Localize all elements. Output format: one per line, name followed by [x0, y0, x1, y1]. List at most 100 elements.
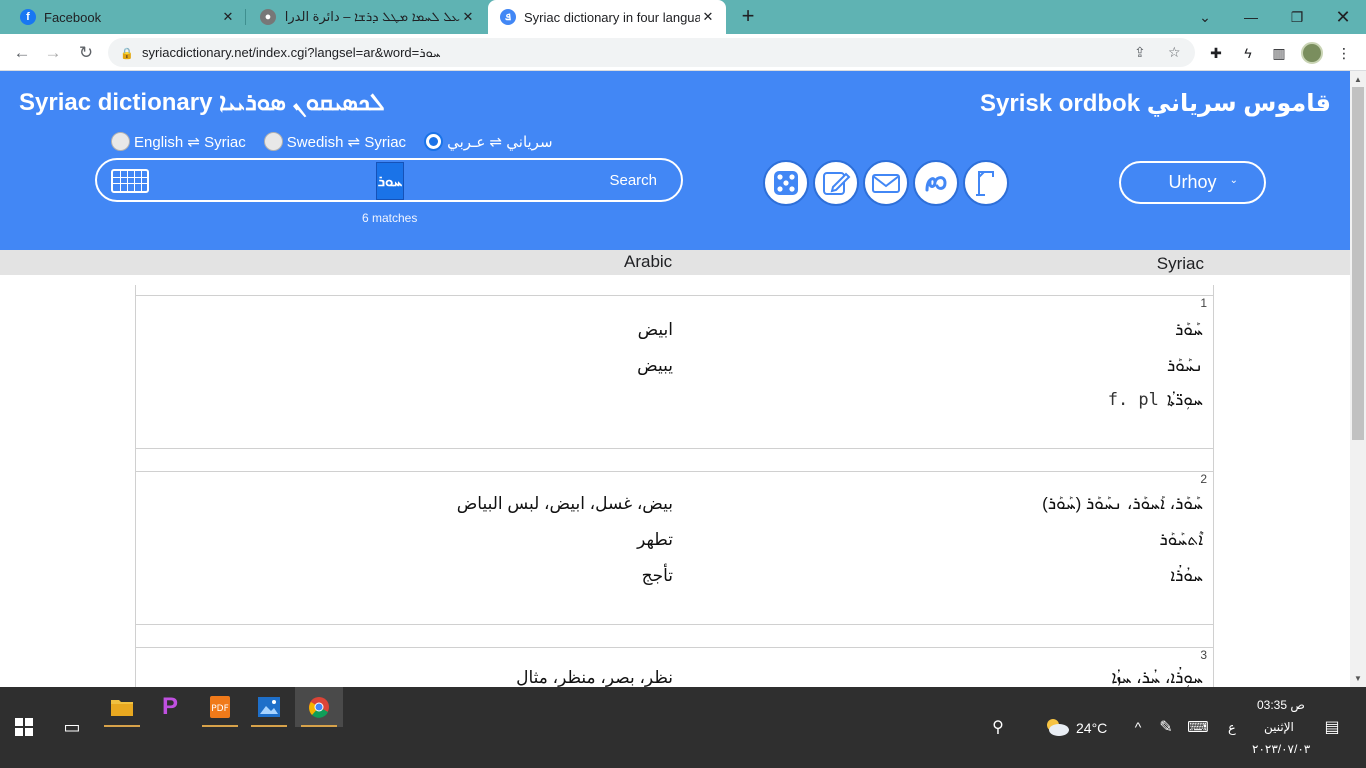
clock-time[interactable]: 03:35 ص	[1257, 698, 1305, 712]
radio-label: Swedish ⇌ Syriac	[286, 133, 407, 151]
radio-button-selected[interactable]	[424, 132, 444, 151]
address-bar[interactable]: 🔒 syriacdictionary.net/index.cgi?langsel…	[108, 38, 1195, 67]
arabic-meaning: تأجج	[641, 566, 673, 585]
scroll-up-icon[interactable]: ▲	[1354, 75, 1362, 84]
tab-title: Facebook	[44, 9, 102, 25]
chrome-app-icon[interactable]	[295, 687, 343, 727]
syriac-letter-icon	[925, 176, 947, 192]
entry-number: 1	[1200, 296, 1207, 310]
edit-button[interactable]	[813, 160, 859, 206]
random-word-button[interactable]	[763, 160, 809, 206]
extensions-icon[interactable]: ✚	[1207, 44, 1225, 62]
radio-syriac-arabic[interactable]: سرياني ⇌ عـربي	[424, 132, 553, 151]
people-search-icon[interactable]: ⚲	[974, 707, 1022, 747]
browser-tab-facebook[interactable]: f Facebook ✕	[8, 0, 246, 34]
minimize-button[interactable]: —	[1228, 0, 1274, 34]
syriac-word[interactable]: ܚܘܳܪܳܐ	[1170, 566, 1203, 586]
bookmark-star-icon[interactable]: ☆	[1168, 38, 1181, 67]
match-count: 6 matches	[362, 211, 418, 225]
extension-lightning-icon[interactable]: ϟ	[1239, 44, 1257, 62]
pdf-app-icon[interactable]: PDF	[196, 687, 244, 727]
contact-button[interactable]	[863, 160, 909, 206]
arabic-meaning: نظر، بصر، منظر، مثال	[516, 668, 673, 687]
windows-taskbar: ▭ P PDF ⚲ 24°C ^ ✎ ⌨ ع 03:35 ص الإثنين ٢…	[0, 687, 1366, 768]
browser-tab-bar: f Facebook ✕ ● ܥܠ ܠܚܡܐ ܡܛܠ ܕܪܫܐ – دائرة …	[0, 0, 1366, 34]
chevron-down-icon: ⌄	[1229, 175, 1238, 186]
profile-avatar[interactable]	[1301, 42, 1323, 64]
clock-day[interactable]: الإثنين	[1264, 720, 1294, 734]
notifications-icon[interactable]: ▤	[1308, 707, 1356, 747]
radio-swedish-syriac[interactable]: Swedish ⇌ Syriac	[263, 132, 407, 151]
restore-button[interactable]: ❐	[1274, 0, 1320, 34]
url-text: syriacdictionary.net/index.cgi?langsel=a…	[142, 44, 441, 60]
close-window-button[interactable]: ✕	[1320, 0, 1366, 34]
syriac-word[interactable]: ܢܚܰܘܰܪ	[1167, 356, 1203, 376]
tab-title: Syriac dictionary in four languages	[524, 9, 700, 25]
page-content: Syriac dictionary ܠܟܣܝܩܘܢ ܣܘܪܝܝܐ Syrisk …	[0, 71, 1350, 687]
virtual-keyboard-icon[interactable]	[111, 169, 149, 193]
browser-tab-syriac-dictionary[interactable]: ܦ Syriac dictionary in four languages ✕	[488, 0, 726, 34]
gallows-icon	[976, 171, 994, 196]
scrollbar-thumb[interactable]	[1352, 87, 1364, 440]
tab-title: ܥܠ ܠܚܡܐ ܡܛܠ ܕܪܫܐ – دائرة الدراسات	[284, 9, 460, 24]
dice-icon	[774, 171, 798, 195]
picsart-app-icon[interactable]: P	[146, 687, 194, 727]
close-tab-icon[interactable]: ✕	[460, 9, 476, 25]
syriac-word[interactable]: ܐܶܬܚܰܘܰܪ	[1160, 530, 1203, 550]
task-view-icon[interactable]: ▭	[48, 707, 96, 747]
dictionary-entry: 3 ܚܘܼܪܳܐ، ܚܳܪ، ܚܙܳܐ نظر، بصر، منظر، مثال	[135, 647, 1214, 687]
arabic-meaning: تطهر	[637, 530, 673, 549]
radio-english-syriac[interactable]: English ⇌ Syriac	[111, 132, 246, 151]
syriac-dictionary-icon: ܦ	[500, 9, 516, 25]
language-radio-group: English ⇌ Syriac Swedish ⇌ Syriac سرياني…	[111, 132, 571, 151]
page-scrollbar[interactable]: ▲ ▼	[1350, 71, 1366, 687]
search-button[interactable]: Search	[609, 172, 657, 189]
column-arabic: Arabic	[624, 252, 673, 271]
scroll-down-icon[interactable]: ▼	[1354, 674, 1362, 683]
input-language-indicator[interactable]: ع	[1228, 720, 1236, 736]
dictionary-entry: 1 ܚܰܘܰܪ ابيض ܢܚܰܘܰܪ يبيض ܚܘܼܪ̈ܬܳܐ f. pl	[135, 295, 1214, 449]
menu-kebab-icon[interactable]: ⋮	[1335, 44, 1353, 62]
radio-button[interactable]	[263, 132, 283, 151]
weather-temperature[interactable]: 24°C	[1076, 720, 1107, 736]
file-explorer-icon[interactable]	[98, 687, 146, 727]
arabic-meaning: يبيض	[637, 356, 673, 375]
font-selector-label: Urhoy	[1168, 172, 1217, 192]
syriac-word[interactable]: ܚܰܘܰܪ، ܐܰܚܘܰܪ، ܢܚܰܘܰܪ (ܚܰܘܰܪ)	[1042, 494, 1203, 514]
column-syriac: Syriac	[1156, 254, 1204, 273]
search-input[interactable]: ܚܘܪ	[376, 162, 404, 200]
font-selector[interactable]: Urhoy ⌄	[1119, 161, 1266, 204]
arabic-meaning: ابيض	[637, 320, 673, 339]
touch-keyboard-icon[interactable]: ⌨	[1174, 707, 1222, 747]
back-button[interactable]: ←	[9, 40, 35, 66]
hangman-game-button[interactable]	[963, 160, 1009, 206]
side-panel-icon[interactable]: ▥	[1270, 44, 1288, 62]
reload-button[interactable]: ↻	[73, 40, 99, 66]
site-header: Syriac dictionary ܠܟܣܝܩܘܢ ܣܘܪܝܝܐ Syrisk …	[0, 71, 1350, 250]
close-tab-icon[interactable]: ✕	[220, 9, 236, 25]
syriac-word[interactable]: ܚܘܼܪܳܐ، ܚܳܪ، ܚܙܳܐ	[1111, 668, 1203, 687]
weather-cloud-sun-icon[interactable]	[1040, 707, 1074, 747]
site-title-right[interactable]: Syrisk ordbok قاموس سرياني	[980, 89, 1331, 118]
photos-app-icon[interactable]	[245, 687, 293, 727]
syriac-word-with-note[interactable]: ܚܘܼܪ̈ܬܳܐ f. pl	[1108, 390, 1203, 410]
start-windows-icon[interactable]	[0, 707, 48, 747]
radio-label: سرياني ⇌ عـربي	[447, 133, 553, 151]
lock-icon[interactable]: 🔒	[120, 47, 134, 60]
browser-tab-site[interactable]: ● ܥܠ ܠܚܡܐ ܡܛܠ ܕܪܫܐ – دائرة الدراسات ✕	[248, 0, 486, 34]
forward-button[interactable]: →	[40, 40, 66, 66]
entry-number: 2	[1200, 472, 1207, 486]
close-tab-icon[interactable]: ✕	[700, 9, 716, 25]
tab-search-chevron-icon[interactable]: ⌄	[1182, 0, 1228, 34]
new-tab-button[interactable]: +	[736, 5, 760, 29]
clock-date[interactable]: ٢٠٢٣/٠٧/٠٣	[1252, 742, 1310, 756]
search-box[interactable]: ܚܘܪ Search	[95, 158, 683, 202]
syriac-word[interactable]: ܚܰܘܰܪ	[1175, 320, 1203, 340]
mail-icon	[872, 174, 900, 193]
syriac-keyboard-button[interactable]	[913, 160, 959, 206]
entry-number: 3	[1200, 648, 1207, 662]
syriac-word: ܚܘܼܪ̈ܬܳܐ	[1166, 390, 1203, 409]
radio-button[interactable]	[111, 132, 130, 151]
site-title-left[interactable]: Syriac dictionary ܠܟܣܝܩܘܢ ܣܘܪܝܝܐ	[19, 89, 385, 117]
share-icon[interactable]: ⇪	[1134, 38, 1146, 67]
